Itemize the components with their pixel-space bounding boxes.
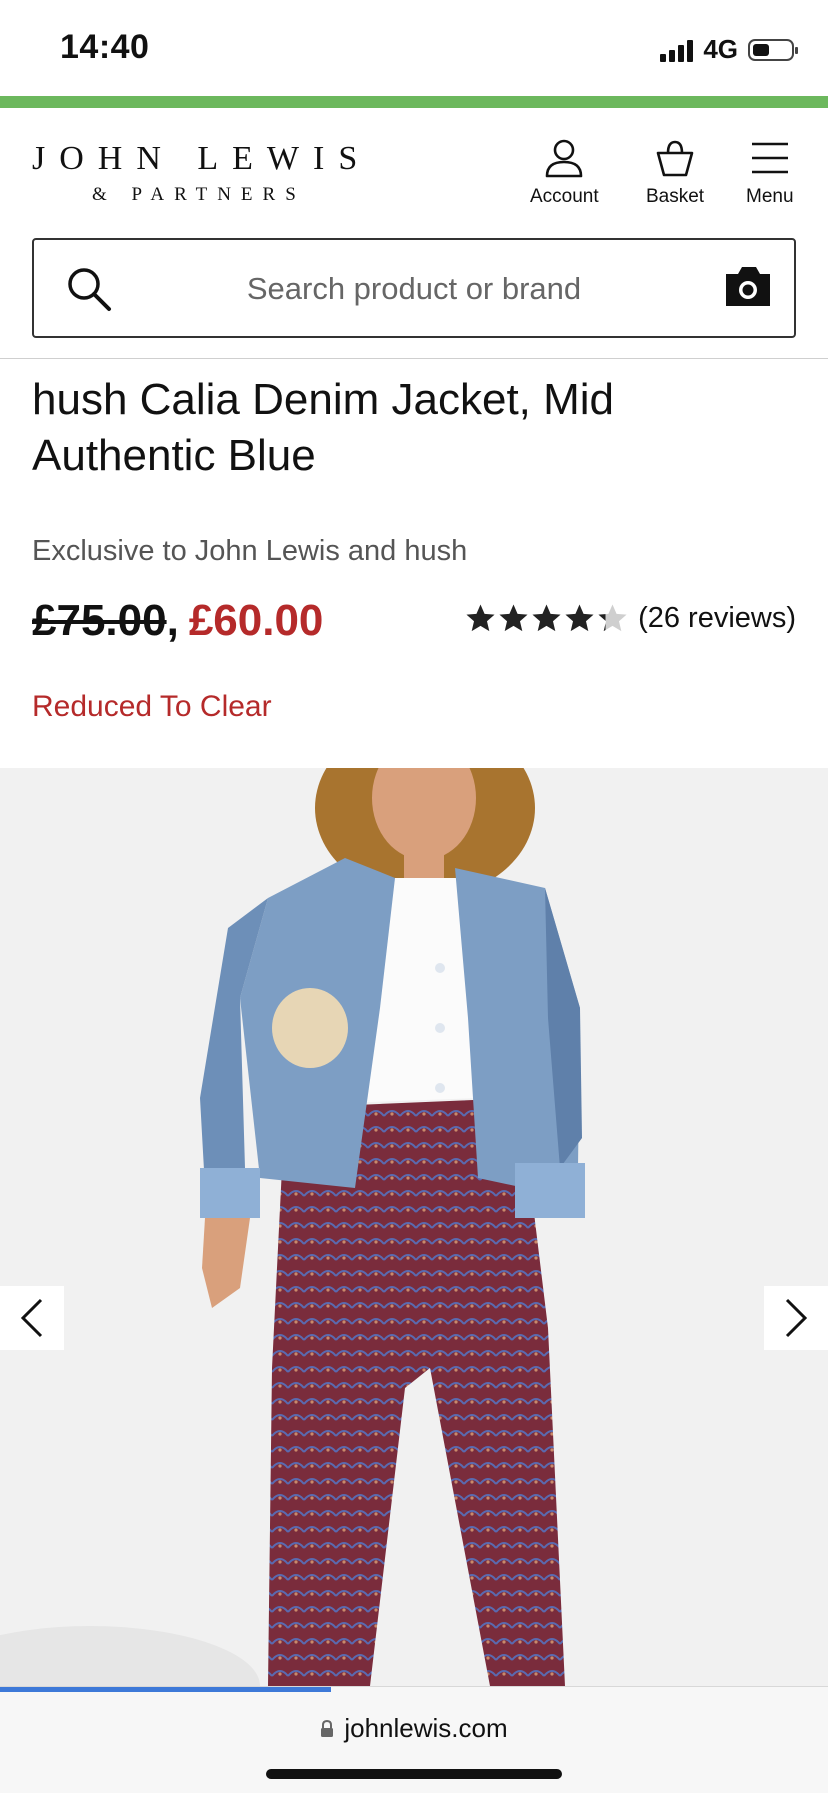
account-icon bbox=[546, 139, 583, 178]
search-bar bbox=[32, 238, 796, 338]
chevron-left-icon bbox=[20, 1298, 43, 1338]
header-divider bbox=[0, 358, 828, 359]
star-icon bbox=[565, 604, 594, 632]
promo-label: Reduced To Clear bbox=[32, 690, 272, 723]
lock-icon bbox=[321, 1719, 334, 1737]
menu-button[interactable]: Menu bbox=[746, 138, 794, 208]
status-indicators: 4G bbox=[660, 34, 798, 65]
rating-link[interactable]: (26 reviews) bbox=[465, 602, 796, 635]
star-icon bbox=[499, 604, 528, 632]
previous-image-button[interactable] bbox=[0, 1286, 64, 1350]
product-image bbox=[0, 768, 828, 1686]
john-lewis-logo[interactable]: JOHN LEWIS & PARTNERS bbox=[32, 140, 371, 206]
search-input[interactable] bbox=[144, 266, 684, 312]
star-icon bbox=[466, 604, 495, 632]
exclusive-text: Exclusive to John Lewis and hush bbox=[32, 535, 468, 567]
status-bar: 14:40 4G bbox=[0, 0, 828, 96]
rating-stars bbox=[465, 603, 628, 634]
star-icon bbox=[532, 604, 561, 632]
home-indicator[interactable] bbox=[266, 1769, 562, 1779]
address-bar[interactable]: johnlewis.com bbox=[0, 1713, 828, 1744]
battery-icon bbox=[748, 38, 798, 61]
browser-bar: johnlewis.com bbox=[0, 1686, 828, 1793]
price-row: £75.00, £60.00 (26 reviews) bbox=[32, 596, 796, 656]
next-image-button[interactable] bbox=[764, 1286, 828, 1350]
signal-icon bbox=[660, 38, 694, 62]
logo-line1: JOHN LEWIS bbox=[32, 140, 372, 177]
basket-label: Basket bbox=[646, 186, 705, 207]
account-button[interactable]: Account bbox=[530, 138, 599, 208]
page-load-progress bbox=[0, 1687, 332, 1692]
brand-strip bbox=[0, 96, 828, 108]
search-icon[interactable] bbox=[66, 266, 112, 312]
basket-button[interactable]: Basket bbox=[646, 138, 704, 208]
network-label: 4G bbox=[703, 34, 738, 64]
status-time: 14:40 bbox=[60, 28, 150, 66]
camera-icon[interactable] bbox=[724, 264, 772, 308]
original-price: £75.00 bbox=[32, 596, 167, 645]
product-title: hush Calia Denim Jacket, Mid Authentic B… bbox=[32, 375, 615, 480]
sale-price: £60.00 bbox=[188, 596, 324, 645]
account-label: Account bbox=[530, 186, 599, 207]
price-separator: , bbox=[166, 596, 179, 645]
star-icon bbox=[598, 604, 627, 632]
url-text: johnlewis.com bbox=[344, 1713, 508, 1743]
product-gallery[interactable] bbox=[0, 768, 828, 1686]
battery-level bbox=[753, 43, 770, 56]
reviews-count: (26 reviews) bbox=[638, 602, 796, 634]
menu-label: Menu bbox=[746, 186, 794, 207]
logo-line2: & PARTNERS bbox=[92, 184, 306, 205]
site-header: JOHN LEWIS & PARTNERS Account Basket Men… bbox=[0, 108, 828, 228]
menu-icon bbox=[751, 142, 788, 174]
chevron-right-icon bbox=[785, 1298, 808, 1338]
basket-icon bbox=[656, 140, 694, 177]
